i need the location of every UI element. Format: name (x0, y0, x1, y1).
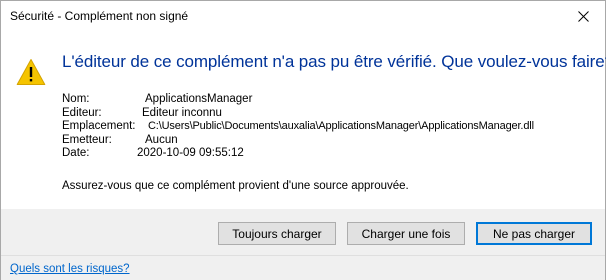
detail-value: Aucun (145, 133, 178, 146)
detail-label: Editeur: (62, 106, 102, 119)
detail-label: Nom: (62, 93, 90, 105)
close-icon (577, 10, 589, 22)
dialog-footer: Quels sont les risques? (1, 255, 605, 280)
window-title: Sécurité - Complément non signé (10, 9, 189, 23)
detail-value: ApplicationsManager (145, 93, 253, 105)
detail-value: C:\Users\Public\Documents\auxalia\Applic… (148, 120, 534, 133)
detail-label: Date: (62, 147, 90, 160)
risks-link[interactable]: Quels sont les risques? (10, 263, 130, 275)
dialog-heading: L'éditeur de ce complément n'a pas pu êt… (62, 52, 606, 71)
detail-value: Editeur inconnu (142, 106, 222, 119)
close-button[interactable] (561, 1, 605, 31)
do-not-load-button[interactable]: Ne pas charger (476, 222, 592, 245)
detail-label: Emetteur: (62, 133, 112, 146)
detail-value: 2020-10-09 09:55:12 (137, 147, 244, 160)
button-bar: Toujours charger Charger une fois Ne pas… (1, 209, 605, 255)
security-dialog: Sécurité - Complément non signé L'éditeu… (0, 0, 606, 280)
trust-notice: Assurez-vous que ce complément provient … (62, 180, 409, 192)
title-bar: Sécurité - Complément non signé (1, 1, 605, 31)
load-once-button[interactable]: Charger une fois (347, 222, 465, 245)
always-load-button[interactable]: Toujours charger (218, 222, 336, 245)
detail-label: Emplacement: (62, 120, 136, 133)
warning-icon (16, 59, 46, 85)
